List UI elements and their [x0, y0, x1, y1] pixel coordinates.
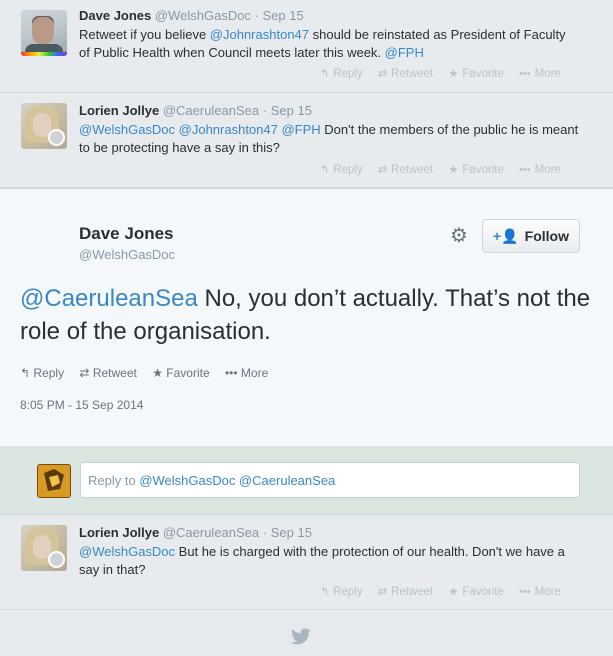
more-icon: ••• — [519, 164, 531, 176]
more-button[interactable]: ••• More — [519, 164, 561, 176]
more-icon: ••• — [519, 586, 531, 598]
more-label: More — [534, 164, 561, 176]
more-label: More — [240, 366, 269, 380]
author-handle[interactable]: @CaeruleanSea — [163, 525, 259, 540]
tweet-header: Lorien Jollye @CaeruleanSea · Sep 15 — [79, 525, 312, 540]
favorite-label: Favorite — [462, 586, 504, 598]
avatar[interactable] — [21, 525, 67, 571]
tweet-date[interactable]: · Sep 15 — [263, 525, 312, 540]
more-icon: ••• — [224, 366, 241, 380]
tweet-date[interactable]: · Sep 15 — [255, 8, 304, 23]
retweet-icon: ⇄ — [377, 68, 388, 80]
reply-label: Reply — [333, 164, 363, 176]
reply-icon: ↰ — [20, 366, 34, 380]
gear-icon[interactable]: ⚙ — [450, 226, 468, 246]
mention-link[interactable]: @Johnrashton47 — [210, 27, 309, 42]
reply-prefix: Reply to — [88, 473, 140, 488]
tweet-timestamp[interactable]: 8:05 PM - 15 Sep 2014 — [20, 398, 143, 412]
favorite-icon: ★ — [152, 366, 167, 380]
tweet-actions: ↰ Reply ⇄ Retweet ★ Favorite ••• More — [320, 67, 573, 80]
author-name[interactable]: Lorien Jollye — [79, 103, 159, 118]
reply-mentions: @WelshGasDoc @CaeruleanSea — [139, 473, 336, 488]
user-avatar — [37, 464, 71, 498]
reply-button[interactable]: ↰ Reply — [320, 586, 363, 598]
retweet-button[interactable]: ⇄ Retweet — [378, 164, 433, 176]
retweet-button[interactable]: ⇄ Retweet — [378, 68, 433, 80]
avatar[interactable] — [21, 10, 67, 56]
author-name[interactable]: Lorien Jollye — [79, 525, 159, 540]
favorite-label: Favorite — [462, 164, 504, 176]
mention-link[interactable]: @CaeruleanSea — [20, 285, 198, 312]
favorite-label: Favorite — [462, 68, 504, 80]
tweet-header: Lorien Jollye @CaeruleanSea · Sep 15 — [79, 103, 312, 118]
main-tweet-text: @CaeruleanSea No, you don’t actually. Th… — [20, 282, 600, 348]
favorite-icon: ★ — [448, 586, 459, 598]
author-handle[interactable]: @WelshGasDoc — [155, 8, 251, 23]
tweet-2: Lorien Jollye @CaeruleanSea · Sep 15 @We… — [0, 93, 613, 188]
main-author-handle[interactable]: @WelshGasDoc — [79, 247, 175, 262]
favorite-icon: ★ — [448, 164, 459, 176]
mention-link[interactable]: @WelshGasDoc @Johnrashton47 @FPH — [79, 122, 321, 137]
more-button[interactable]: ••• More — [519, 68, 561, 80]
favorite-button[interactable]: ★ Favorite — [448, 68, 503, 80]
retweet-button[interactable]: ⇄ Retweet — [378, 586, 433, 598]
tweet-1: Dave Jones @WelshGasDoc · Sep 15 Retweet… — [0, 0, 613, 93]
main-tweet-actions: ↰ Reply ⇄ Retweet ★ Favorite ••• More — [20, 366, 280, 380]
reply-label: Reply — [33, 366, 65, 380]
tweet-date[interactable]: · Sep 15 — [263, 103, 312, 118]
favorite-button[interactable]: ★ Favorite — [152, 366, 209, 380]
tweet-actions: ↰ Reply ⇄ Retweet ★ Favorite ••• More — [320, 585, 573, 598]
twitter-bird-icon — [291, 628, 311, 645]
user-avatar-image — [38, 465, 70, 497]
retweet-label: Retweet — [391, 586, 434, 598]
reply-input[interactable]: Reply to @WelshGasDoc @CaeruleanSea — [80, 462, 580, 498]
mention-link[interactable]: @WelshGasDoc — [79, 544, 175, 559]
tweet-3: Lorien Jollye @CaeruleanSea · Sep 15 @We… — [0, 515, 613, 610]
author-handle[interactable]: @CaeruleanSea — [163, 103, 259, 118]
reply-icon: ↰ — [320, 164, 330, 176]
reply-button[interactable]: ↰ Reply — [320, 164, 363, 176]
favorite-label: Favorite — [166, 366, 210, 380]
follow-label: Follow — [524, 228, 569, 244]
retweet-icon: ⇄ — [377, 164, 388, 176]
retweet-label: Retweet — [92, 366, 137, 380]
favorite-button[interactable]: ★ Favorite — [448, 586, 503, 598]
tweet-text: Retweet if you believe @Johnrashton47 sh… — [79, 26, 579, 62]
more-label: More — [534, 586, 561, 598]
main-author-name[interactable]: Dave Jones — [79, 224, 174, 244]
avatar[interactable] — [21, 103, 67, 149]
reply-icon: ↰ — [320, 68, 330, 80]
tweet-actions: ↰ Reply ⇄ Retweet ★ Favorite ••• More — [320, 163, 573, 176]
follow-button[interactable]: +👤 Follow — [482, 219, 580, 253]
reply-icon: ↰ — [320, 586, 330, 598]
tweet-text-part: Retweet if you believe — [79, 27, 210, 42]
tweet-header: Dave Jones @WelshGasDoc · Sep 15 — [79, 8, 304, 23]
reply-button[interactable]: ↰ Reply — [20, 366, 64, 380]
author-name[interactable]: Dave Jones — [79, 8, 151, 23]
retweet-button[interactable]: ⇄ Retweet — [79, 366, 136, 380]
tweet-text: @WelshGasDoc But he is charged with the … — [79, 543, 579, 579]
tweet-text: @WelshGasDoc @Johnrashton47 @FPH Don't t… — [79, 121, 584, 157]
more-icon: ••• — [519, 68, 531, 80]
favorite-button[interactable]: ★ Favorite — [448, 164, 503, 176]
reply-button[interactable]: ↰ Reply — [320, 68, 363, 80]
reply-label: Reply — [333, 68, 363, 80]
retweet-label: Retweet — [391, 68, 434, 80]
more-button[interactable]: ••• More — [519, 586, 561, 598]
favorite-icon: ★ — [448, 68, 459, 80]
retweet-label: Retweet — [391, 164, 434, 176]
retweet-icon: ⇄ — [79, 366, 93, 380]
retweet-icon: ⇄ — [377, 586, 388, 598]
mention-link[interactable]: @FPH — [385, 45, 424, 60]
reply-label: Reply — [333, 586, 363, 598]
more-label: More — [534, 68, 561, 80]
more-button[interactable]: ••• More — [225, 366, 268, 380]
follow-icon: +👤 — [493, 227, 519, 244]
